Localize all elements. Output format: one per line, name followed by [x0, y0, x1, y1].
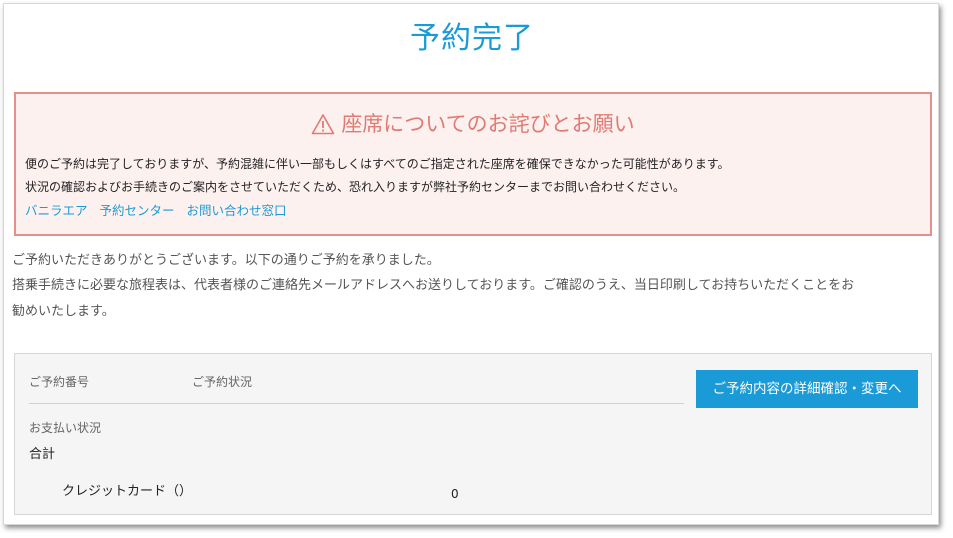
thanks-message-line-2: 搭乗手続きに必要な旅程表は、代表者様のご連絡先メールアドレスへお送りしております…	[12, 278, 855, 293]
booking-number-label: ご予約番号	[29, 375, 90, 389]
booking-status-label: ご予約状況	[192, 375, 253, 389]
thanks-message-line-1: ご予約いただきありがとうございます。以下の通りご予約を承りました。	[12, 253, 440, 268]
booking-info-panel: ご予約番号 ご予約状況 ご予約内容の詳細確認・変更へ お支払い状況 合計 クレジ…	[14, 353, 932, 515]
payment-status-label: お支払い状況	[29, 421, 102, 435]
page-frame: 予約完了 座席についてのお詫びとお願い 便のご予約は完了しておりますが、予約混雑…	[3, 3, 939, 525]
total-label: 合計	[29, 447, 56, 462]
notice-title: 座席についてのお詫びとお願い	[341, 112, 635, 136]
notice-text-line-2: 状況の確認およびお手続きのご案内をさせていただくため、恐れ入りますが弊社予約セン…	[25, 180, 686, 194]
notice-links: バニラエア 予約センター お問い合わせ窓口	[25, 202, 287, 220]
page-title: 予約完了	[410, 21, 534, 56]
credit-card-amount: 0	[451, 487, 459, 501]
notice-heading: 座席についてのお詫びとお願い	[16, 110, 930, 138]
notice-text-line-1: 便のご予約は完了しておりますが、予約混雑に伴い一部もしくはすべてのご指定された座…	[25, 157, 730, 171]
link-vanilla-air[interactable]: バニラエア	[25, 202, 88, 220]
booking-detail-button[interactable]: ご予約内容の詳細確認・変更へ	[696, 370, 918, 408]
divider	[29, 403, 684, 404]
link-contact-window[interactable]: お問い合わせ窓口	[187, 202, 287, 220]
thanks-message-line-3: 勧めいたします。	[12, 304, 115, 319]
link-reservation-center[interactable]: 予約センター	[100, 202, 175, 220]
seat-notice-box: 座席についてのお詫びとお願い 便のご予約は完了しておりますが、予約混雑に伴い一部…	[14, 92, 932, 236]
credit-card-label: クレジットカード（）	[62, 484, 193, 499]
warning-triangle-icon	[311, 113, 335, 135]
